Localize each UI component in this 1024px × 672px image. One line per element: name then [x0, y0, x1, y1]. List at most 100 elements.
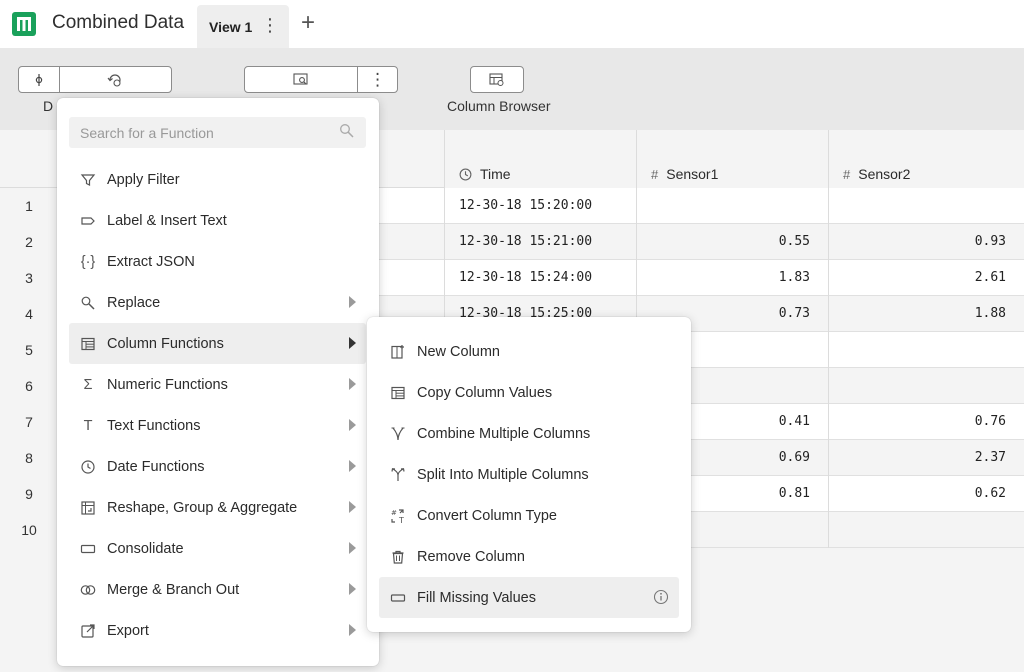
svg-text:#: #: [391, 509, 397, 517]
submenu-arrow-icon: [349, 583, 356, 595]
column-browser-icon: [489, 72, 504, 86]
table-cell-sensor2[interactable]: [828, 368, 1024, 404]
row-number[interactable]: 4: [0, 296, 58, 332]
sigma-icon: Σ: [83, 376, 93, 393]
app-title: Combined Data: [52, 12, 185, 33]
table-cell-sensor2[interactable]: 0.62: [828, 476, 1024, 512]
submenu-item-new-column[interactable]: New Column: [379, 331, 679, 372]
search-icon: [340, 124, 354, 138]
table-cell-sensor2[interactable]: 1.88: [828, 296, 1024, 332]
menu-item-label: Extract JSON: [107, 253, 195, 270]
column-functions-submenu: New Column Copy Column Values Combine Mult…: [367, 317, 691, 632]
submenu-item-copy-column-values[interactable]: Copy Column Values: [379, 372, 679, 413]
view-toolbar-group: ⋮: [244, 66, 398, 93]
column-header-time[interactable]: Time: [444, 130, 636, 188]
preview-button[interactable]: [245, 67, 357, 92]
submenu-item-split-into-multiple-columns[interactable]: Split Into Multiple Columns: [379, 454, 679, 495]
tab-menu-icon[interactable]: ⋮: [261, 15, 279, 35]
table-cell-time[interactable]: 12-30-18 15:20:00: [444, 188, 636, 224]
submenu-arrow-icon: [349, 501, 356, 513]
menu-item-export[interactable]: Export: [69, 610, 366, 651]
submenu-item-remove-column[interactable]: Remove Column: [379, 536, 679, 577]
menu-item-merge-branch-out[interactable]: Merge & Branch Out: [69, 569, 366, 610]
hash-icon: #: [651, 166, 659, 182]
merge-icon: [79, 581, 97, 599]
column-functions-icon: [79, 335, 97, 353]
toolbar-label-data: D: [43, 98, 54, 114]
menu-item-label: Consolidate: [107, 540, 184, 557]
menu-item-reshape-group-aggregate[interactable]: Reshape, Group & Aggregate: [69, 487, 366, 528]
text-icon: T: [83, 417, 93, 434]
combine-icon: [389, 425, 407, 443]
refresh-clock-icon: [107, 73, 121, 87]
function-icon: [35, 73, 43, 86]
column-browser-button[interactable]: [470, 66, 524, 93]
new-column-icon: [389, 343, 407, 361]
more-options-icon[interactable]: ⋮: [357, 67, 397, 92]
column-header-label: Sensor2: [858, 166, 911, 182]
row-number[interactable]: 6: [0, 368, 58, 404]
row-number[interactable]: 1: [0, 188, 58, 224]
fill-icon: [389, 589, 407, 607]
menu-item-replace[interactable]: Replace: [69, 282, 366, 323]
table-cell-sensor2[interactable]: [828, 188, 1024, 224]
menu-item-label: Reshape, Group & Aggregate: [107, 499, 298, 516]
row-number[interactable]: 9: [0, 476, 58, 512]
column-header-label: Time: [480, 166, 511, 182]
info-icon[interactable]: [653, 589, 669, 605]
submenu-item-convert-column-type[interactable]: # T Convert Column Type: [379, 495, 679, 536]
menu-item-label: Replace: [107, 294, 161, 311]
table-cell-sensor1[interactable]: [636, 188, 828, 224]
submenu-arrow-icon: [349, 378, 356, 390]
row-number[interactable]: 7: [0, 404, 58, 440]
table-cell-sensor2[interactable]: [828, 332, 1024, 368]
table-cell-sensor2[interactable]: 0.76: [828, 404, 1024, 440]
submenu-item-combine-multiple-columns[interactable]: Combine Multiple Columns: [379, 413, 679, 454]
menu-item-apply-filter[interactable]: Apply Filter: [69, 159, 366, 200]
row-number[interactable]: 8: [0, 440, 58, 476]
table-cell-sensor1[interactable]: 0.55: [636, 224, 828, 260]
menu-item-numeric-functions[interactable]: Σ Numeric Functions: [69, 364, 366, 405]
row-number[interactable]: 5: [0, 332, 58, 368]
submenu-item-label: New Column: [417, 343, 500, 360]
menu-item-label: Merge & Branch Out: [107, 581, 240, 598]
table-cell-sensor2[interactable]: [828, 512, 1024, 548]
transform-button[interactable]: [58, 67, 171, 92]
submenu-item-label: Copy Column Values: [417, 384, 553, 401]
column-header-sensor1[interactable]: # Sensor1: [636, 130, 828, 188]
filter-icon: [79, 171, 97, 189]
function-search-input[interactable]: [69, 117, 366, 148]
menu-item-label: Column Functions: [107, 335, 224, 352]
menu-item-text-functions[interactable]: T Text Functions: [69, 405, 366, 446]
clock-icon: [459, 168, 472, 180]
column-header-sensor2[interactable]: # Sensor2: [828, 130, 1024, 188]
row-number[interactable]: 3: [0, 260, 58, 296]
table-cell-sensor1[interactable]: 1.83: [636, 260, 828, 296]
submenu-item-fill-missing-values[interactable]: Fill Missing Values: [379, 577, 679, 618]
submenu-arrow-icon: [349, 419, 356, 431]
menu-item-date-functions[interactable]: Date Functions: [69, 446, 366, 487]
menu-item-consolidate[interactable]: Consolidate: [69, 528, 366, 569]
column-browser-label: Column Browser: [447, 98, 551, 114]
table-cell-time[interactable]: 12-30-18 15:21:00: [444, 224, 636, 260]
column-header-label: Sensor1: [666, 166, 719, 182]
table-cell-sensor2[interactable]: 2.61: [828, 260, 1024, 296]
row-number[interactable]: 10: [0, 512, 58, 548]
function-button[interactable]: [19, 67, 59, 92]
menu-item-column-functions[interactable]: Column Functions: [69, 323, 366, 364]
menu-item-label: Export: [107, 622, 149, 639]
table-cell-sensor2[interactable]: 2.37: [828, 440, 1024, 476]
row-number[interactable]: 2: [0, 224, 58, 260]
hash-icon: #: [843, 166, 851, 182]
svg-text:T: T: [398, 516, 404, 524]
label-icon: [79, 212, 97, 230]
add-tab-icon[interactable]: +: [297, 10, 319, 36]
submenu-item-label: Split Into Multiple Columns: [417, 466, 589, 483]
function-menu: Apply Filter Label & Insert Text {·} Extrac…: [57, 98, 379, 666]
menu-item-label-insert-text[interactable]: Label & Insert Text: [69, 200, 366, 241]
menu-item-extract-json[interactable]: {·} Extract JSON: [69, 241, 366, 282]
tab-view-1[interactable]: View 1 ⋮: [197, 5, 289, 48]
submenu-arrow-icon: [349, 460, 356, 472]
table-cell-time[interactable]: 12-30-18 15:24:00: [444, 260, 636, 296]
table-cell-sensor2[interactable]: 0.93: [828, 224, 1024, 260]
